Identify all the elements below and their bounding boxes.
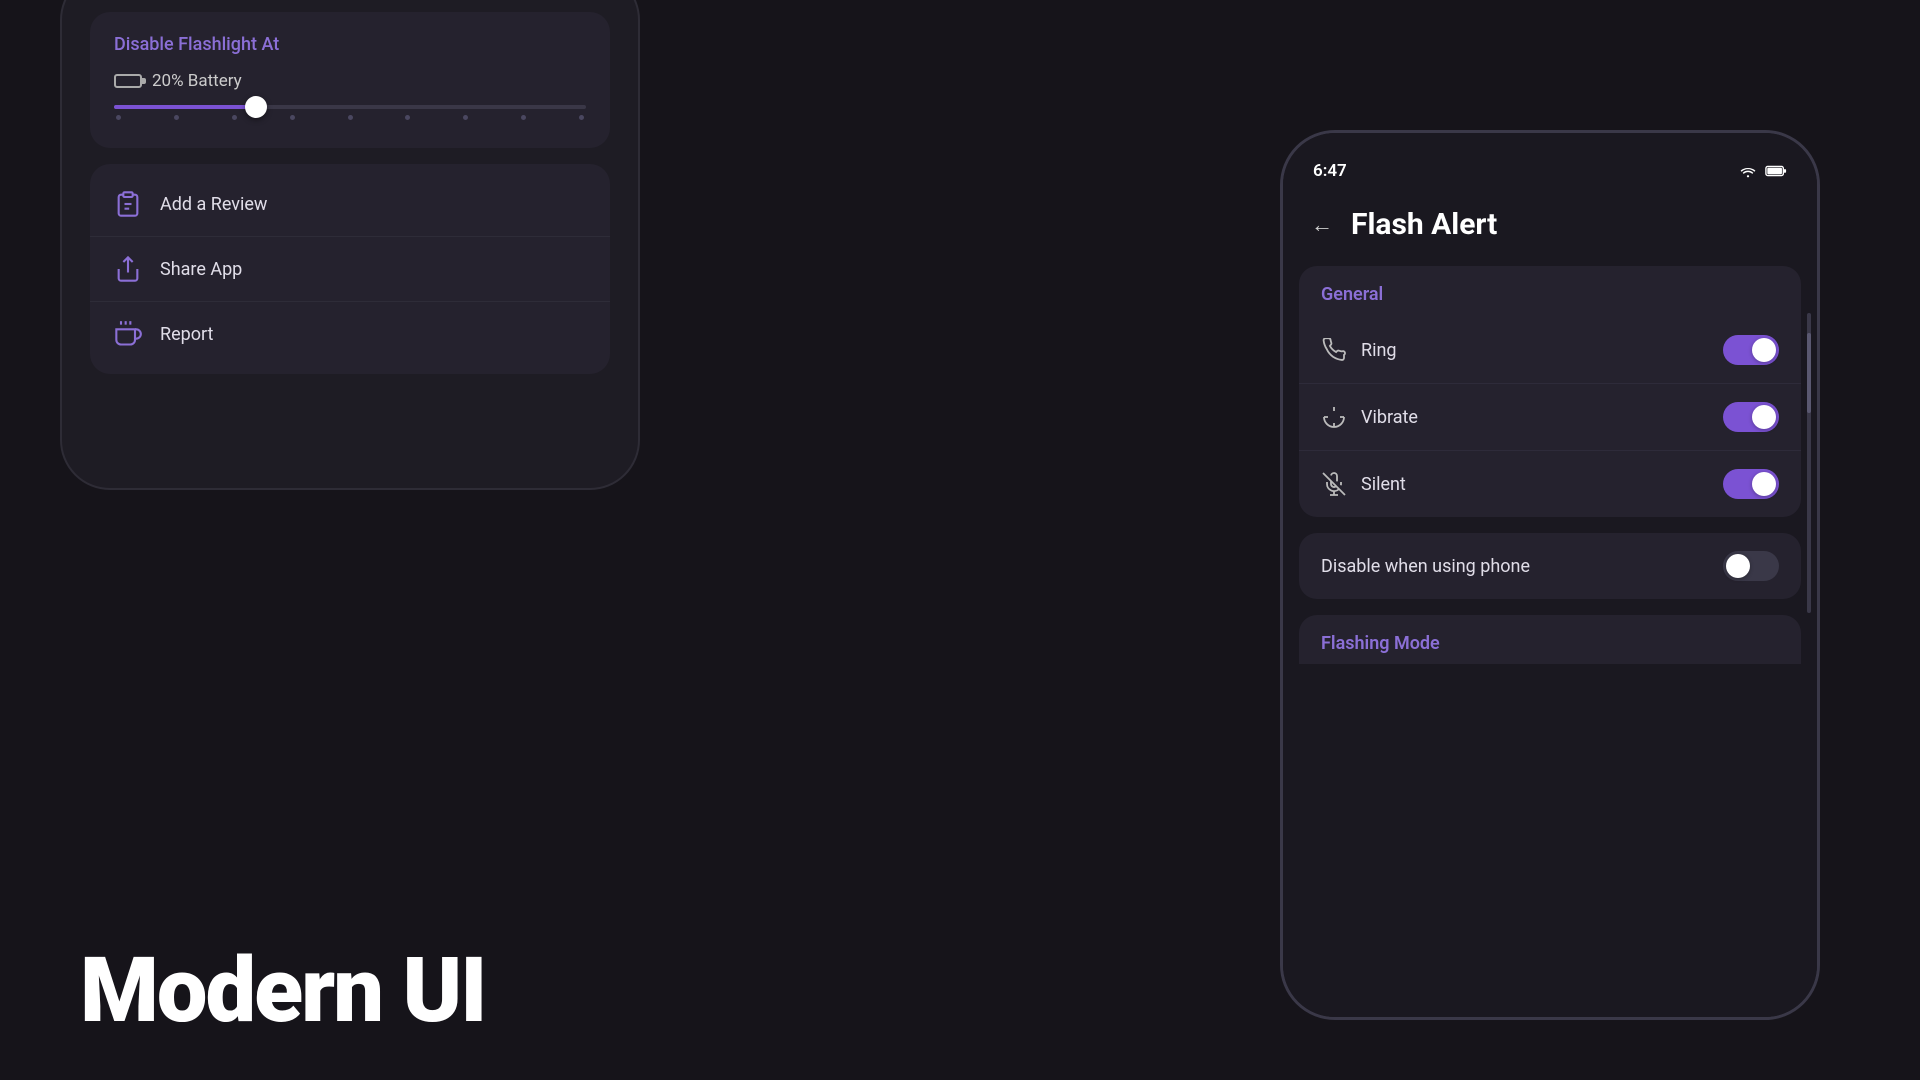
battery-row: 20% Battery — [114, 71, 586, 91]
phone-screen: 6:47 ← Flash Alert General — [1283, 133, 1817, 1017]
report-icon — [114, 320, 142, 348]
silent-setting-row: Silent — [1299, 451, 1801, 517]
vibrate-toggle[interactable] — [1723, 402, 1779, 432]
flashing-mode-section: Flashing Mode — [1299, 615, 1801, 664]
disable-flashlight-section: Disable Flashlight At 20% Battery — [90, 12, 610, 148]
right-phone-mockup: 6:47 ← Flash Alert General — [1280, 130, 1820, 1020]
menu-section: Add a Review Share App Report — [90, 164, 610, 374]
disable-phone-label: Disable when using phone — [1321, 556, 1530, 577]
ring-setting-left: Ring — [1321, 338, 1397, 362]
battery-slider-track[interactable] — [114, 105, 586, 109]
dot-3 — [232, 115, 237, 120]
ring-toggle[interactable] — [1723, 335, 1779, 365]
scrollbar[interactable] — [1807, 313, 1811, 613]
add-review-label: Add a Review — [160, 194, 267, 215]
clipboard-icon — [114, 190, 142, 218]
app-title: Flash Alert — [1351, 207, 1497, 242]
dot-4 — [290, 115, 295, 120]
dot-6 — [405, 115, 410, 120]
vibrate-setting-left: Vibrate — [1321, 405, 1418, 429]
vibrate-icon — [1321, 405, 1347, 429]
battery-icon — [114, 74, 142, 88]
slider-thumb[interactable] — [245, 96, 267, 118]
ring-toggle-knob — [1752, 338, 1776, 362]
report-label: Report — [160, 324, 213, 345]
left-phone-mockup: Disable Flashlight At 20% Battery — [60, 0, 640, 490]
status-icons — [1739, 164, 1787, 178]
disable-phone-toggle[interactable] — [1723, 551, 1779, 581]
share-icon — [114, 255, 142, 283]
silent-label: Silent — [1361, 474, 1406, 495]
silent-setting-left: Silent — [1321, 472, 1406, 496]
general-section-label: General — [1299, 266, 1801, 317]
silent-toggle[interactable] — [1723, 469, 1779, 499]
app-content: General Ring — [1283, 266, 1817, 1017]
dot-1 — [116, 115, 121, 120]
slider-fill — [114, 105, 256, 109]
disable-phone-card: Disable when using phone — [1299, 533, 1801, 599]
back-button[interactable]: ← — [1311, 212, 1333, 238]
menu-item-share-app[interactable]: Share App — [90, 237, 610, 302]
dot-9 — [579, 115, 584, 120]
status-bar: 6:47 — [1283, 143, 1817, 191]
dot-5 — [348, 115, 353, 120]
ring-icon — [1321, 338, 1347, 362]
wifi-icon — [1739, 164, 1757, 178]
vibrate-label: Vibrate — [1361, 407, 1418, 428]
disable-phone-toggle-knob — [1726, 554, 1750, 578]
status-time: 6:47 — [1313, 161, 1347, 181]
ring-label: Ring — [1361, 340, 1397, 361]
dot-7 — [463, 115, 468, 120]
menu-item-report[interactable]: Report — [90, 302, 610, 366]
silent-toggle-knob — [1752, 472, 1776, 496]
disable-flashlight-title: Disable Flashlight At — [114, 34, 586, 55]
dot-2 — [174, 115, 179, 120]
ring-setting-row: Ring — [1299, 317, 1801, 384]
modern-ui-heading: Modern UI — [80, 941, 485, 1040]
slider-dots — [114, 115, 586, 120]
app-header: ← Flash Alert — [1283, 191, 1817, 266]
silent-icon — [1321, 472, 1347, 496]
vibrate-setting-row: Vibrate — [1299, 384, 1801, 451]
battery-icon — [1765, 164, 1787, 178]
flashing-mode-label: Flashing Mode — [1321, 633, 1779, 654]
scrollbar-thumb[interactable] — [1807, 333, 1811, 413]
menu-item-add-review[interactable]: Add a Review — [90, 172, 610, 237]
vibrate-toggle-knob — [1752, 405, 1776, 429]
dot-8 — [521, 115, 526, 120]
share-app-label: Share App — [160, 259, 242, 280]
general-settings-card: General Ring — [1299, 266, 1801, 517]
battery-percentage: 20% Battery — [152, 71, 242, 91]
